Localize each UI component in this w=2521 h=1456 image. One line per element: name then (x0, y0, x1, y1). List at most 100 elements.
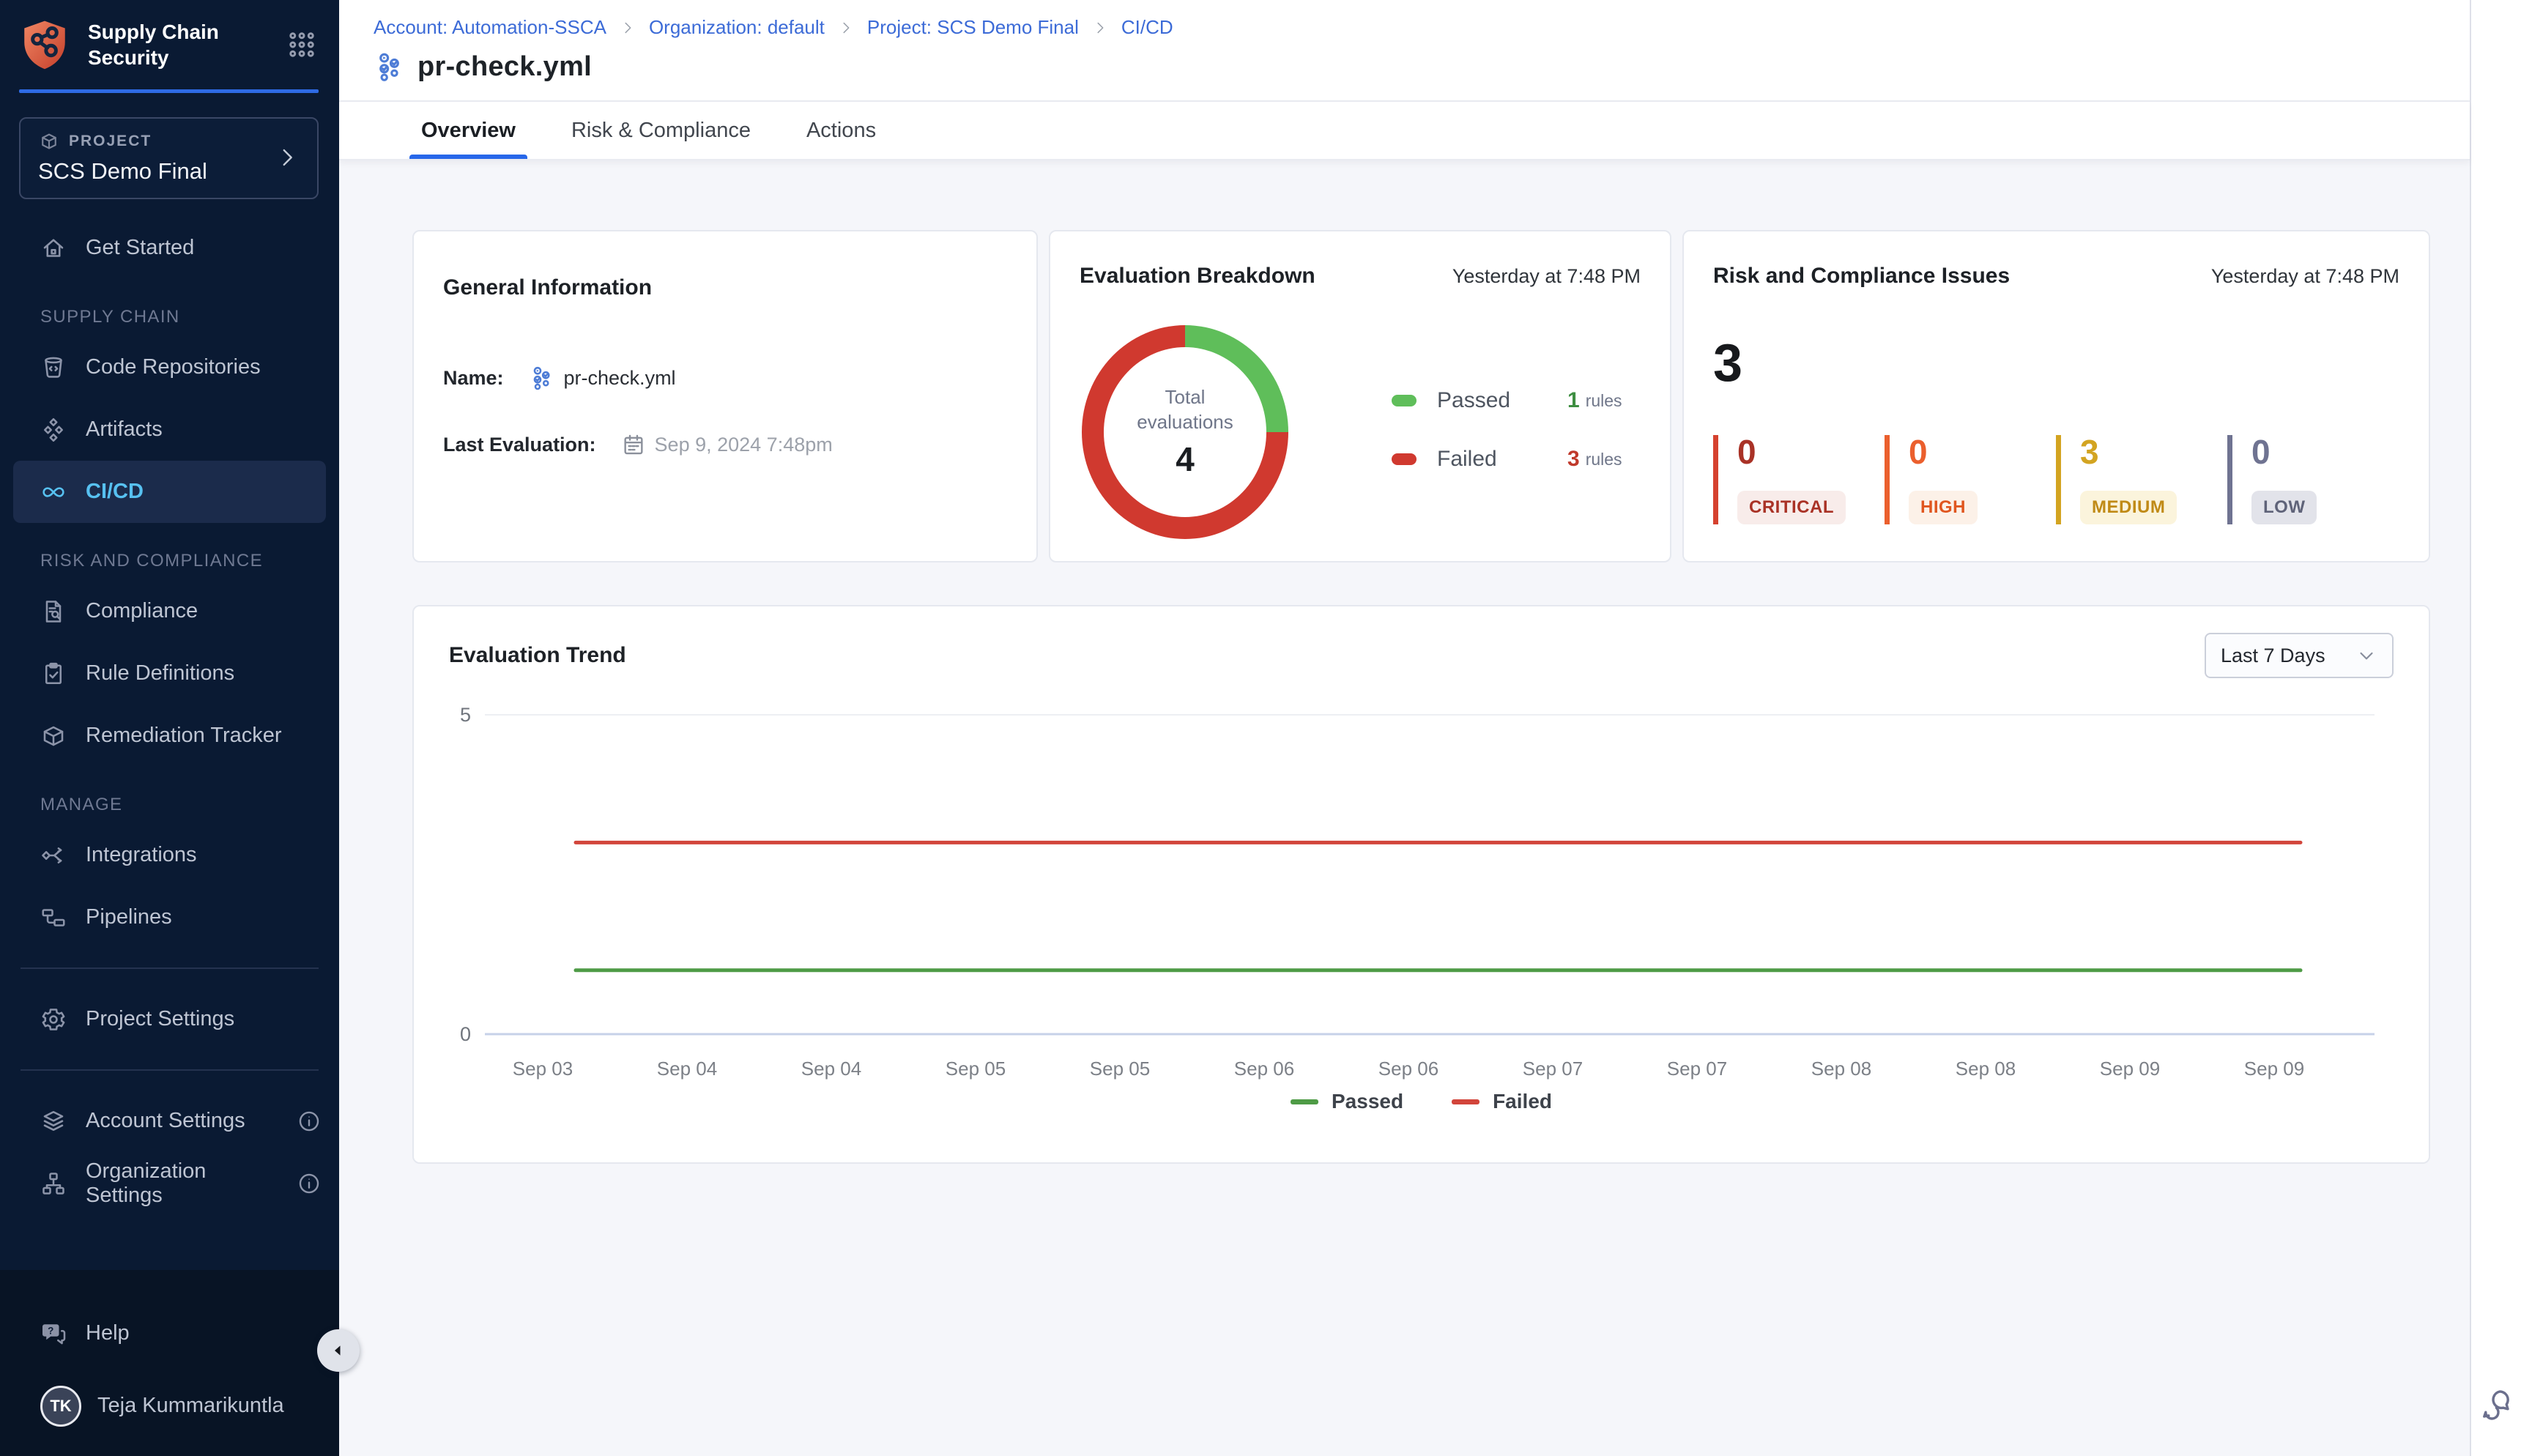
chevron-right-icon (620, 20, 636, 36)
sidebar-section-manage: MANAGE (0, 767, 339, 824)
sidebar-nav: Get Started SUPPLY CHAIN Code Repositori… (0, 217, 339, 1456)
svg-text:Sep 05: Sep 05 (946, 1058, 1006, 1080)
chat-support-icon[interactable] (2479, 1386, 2514, 1421)
severity-low: 0 LOW (2227, 435, 2399, 524)
legend-count: 1 (1567, 388, 1580, 413)
severity-count: 0 (1909, 435, 2056, 469)
svg-text:?: ? (48, 1325, 53, 1336)
layers-icon (40, 1108, 67, 1134)
sidebar-item-code-repositories[interactable]: Code Repositories (0, 336, 339, 398)
donut-center-value: 4 (1176, 439, 1195, 479)
sidebar-item-get-started[interactable]: Get Started (0, 217, 339, 279)
pipeline-file-icon (374, 51, 406, 83)
tab-actions[interactable]: Actions (806, 102, 876, 159)
sidebar-user[interactable]: TK Teja Kummarikuntla (0, 1375, 339, 1437)
svg-text:Sep 03: Sep 03 (513, 1058, 573, 1080)
legend-label: Passed (1437, 388, 1567, 413)
infinity-cicd-icon (40, 479, 67, 505)
sidebar-item-label: Project Settings (86, 1007, 234, 1031)
page-title: pr-check.yml (417, 51, 592, 83)
legend-label: Failed (1493, 1090, 1552, 1113)
legend-unit: rules (1586, 450, 1622, 469)
breadcrumb: Account: Automation-SSCA Organization: d… (374, 16, 2440, 39)
info-icon[interactable] (297, 1109, 322, 1134)
pipelines-icon (40, 905, 67, 931)
breadcrumb-organization-link[interactable]: Organization: default (649, 16, 825, 39)
breadcrumb-cicd-link[interactable]: CI/CD (1121, 16, 1173, 39)
brand-accent-bar (19, 89, 319, 93)
chevron-right-icon (275, 145, 300, 170)
tab-overview[interactable]: Overview (421, 102, 516, 159)
app-title: Supply Chain Security (88, 19, 270, 70)
sidebar: Supply Chain Security PROJECT SCS Demo F… (0, 0, 339, 1456)
evaluation-trend-card: Evaluation Trend Last 7 Days 05Sep 03Sep… (412, 605, 2430, 1164)
card-title: Risk and Compliance Issues (1713, 264, 2010, 289)
evaluation-breakdown-card: Evaluation Breakdown Yesterday at 7:48 P… (1049, 230, 1671, 562)
severity-badge: MEDIUM (2080, 491, 2177, 524)
sidebar-item-project-settings[interactable]: Project Settings (0, 988, 339, 1050)
sidebar-item-rule-definitions[interactable]: Rule Definitions (0, 642, 339, 705)
donut-center: Total evaluations 4 (1104, 347, 1266, 517)
legend-unit: rules (1586, 391, 1622, 411)
svg-text:0: 0 (460, 1023, 471, 1045)
last-evaluation-value: Sep 9, 2024 7:48pm (655, 434, 833, 456)
severity-high: 0 HIGH (1885, 435, 2056, 524)
sidebar-item-label: Remediation Tracker (86, 724, 282, 748)
timestamp: Yesterday at 7:48 PM (2211, 265, 2399, 288)
help-chat-icon: ? (40, 1321, 67, 1347)
severity-badge: CRITICAL (1737, 491, 1846, 524)
sidebar-item-help[interactable]: ? Help (0, 1302, 339, 1364)
sidebar-item-artifacts[interactable]: Artifacts (0, 398, 339, 461)
trend-chart: 05Sep 03Sep 04Sep 04Sep 05Sep 05Sep 06Se… (449, 688, 2394, 1084)
tab-risk-and-compliance[interactable]: Risk & Compliance (571, 102, 751, 159)
chevron-right-icon (838, 20, 854, 36)
time-range-value: Last 7 Days (2221, 645, 2325, 667)
trend-legend-passed[interactable]: Passed (1291, 1090, 1403, 1113)
avatar: TK (40, 1386, 81, 1427)
cube-icon (38, 130, 60, 152)
sidebar-collapse-button[interactable] (317, 1329, 360, 1372)
chevron-down-icon (2355, 645, 2377, 666)
sidebar-item-account-settings[interactable]: Account Settings (0, 1090, 339, 1152)
sidebar-item-compliance[interactable]: Compliance (0, 580, 339, 642)
total-issues-count: 3 (1713, 337, 2399, 390)
project-selector[interactable]: PROJECT SCS Demo Final (19, 117, 319, 199)
sidebar-item-cicd[interactable]: CI/CD (13, 461, 326, 523)
legend-item-passed: Passed 1 rules (1392, 388, 1622, 413)
sidebar-item-organization-settings[interactable]: Organization Settings (0, 1152, 339, 1214)
org-hierarchy-icon (40, 1170, 67, 1197)
chevron-right-icon (1092, 20, 1108, 36)
app-logo-row: Supply Chain Security (0, 0, 339, 88)
module-switcher-grid-icon[interactable] (286, 29, 317, 60)
sidebar-section-supply-chain: SUPPLY CHAIN (0, 279, 339, 336)
svg-text:Sep 08: Sep 08 (1956, 1058, 2016, 1080)
svg-text:Sep 08: Sep 08 (1811, 1058, 1871, 1080)
sidebar-section-risk-and-compliance: RISK AND COMPLIANCE (0, 523, 339, 580)
sidebar-item-integrations[interactable]: Integrations (0, 824, 339, 886)
sidebar-item-label: Artifacts (86, 417, 163, 442)
home-icon (40, 235, 67, 261)
sidebar-item-pipelines[interactable]: Pipelines (0, 886, 339, 948)
svg-text:Sep 09: Sep 09 (2100, 1058, 2160, 1080)
project-selector-value: SCS Demo Final (38, 158, 207, 185)
svg-text:Sep 06: Sep 06 (1234, 1058, 1294, 1080)
breakdown-legend: Passed 1 rules Failed 3 rules (1392, 388, 1622, 472)
content: General Information Name: pr-check (339, 160, 2470, 1456)
svg-text:Sep 09: Sep 09 (2244, 1058, 2304, 1080)
name-value: pr-check.yml (564, 367, 676, 390)
sidebar-divider (21, 967, 319, 969)
sidebar-bottom-panel: ? Help TK Teja Kummarikuntla (0, 1270, 339, 1456)
severity-count: 3 (2080, 435, 2227, 469)
calendar-icon (621, 432, 646, 457)
legend-label: Passed (1332, 1090, 1403, 1113)
right-utility-rail (2470, 0, 2521, 1456)
time-range-dropdown[interactable]: Last 7 Days (2205, 633, 2394, 678)
severity-badge: LOW (2251, 491, 2317, 524)
breadcrumb-account-link[interactable]: Account: Automation-SSCA (374, 16, 606, 39)
breadcrumb-project-link[interactable]: Project: SCS Demo Final (867, 16, 1079, 39)
sidebar-item-remediation-tracker[interactable]: Remediation Tracker (0, 705, 339, 767)
info-icon[interactable] (297, 1171, 322, 1196)
svg-text:5: 5 (460, 704, 471, 726)
trend-legend-failed[interactable]: Failed (1452, 1090, 1552, 1113)
sidebar-divider (21, 1069, 319, 1071)
